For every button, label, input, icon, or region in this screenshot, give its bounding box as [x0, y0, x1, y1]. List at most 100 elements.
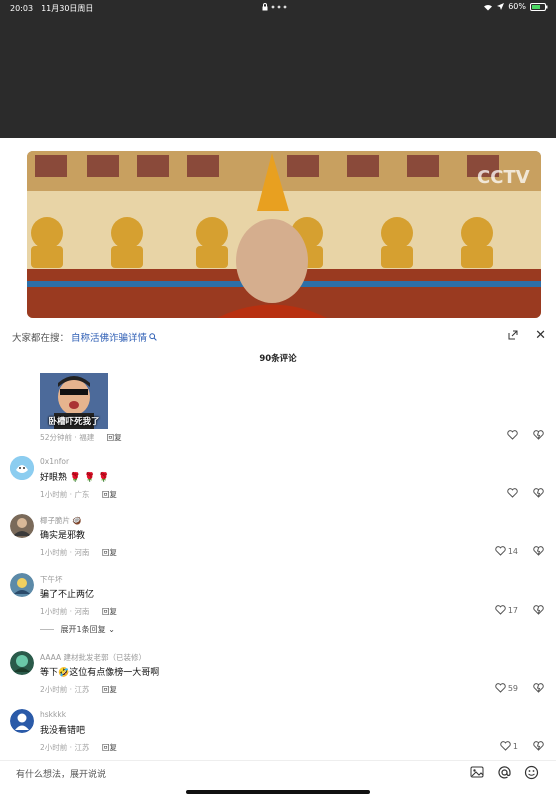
status-center: [262, 3, 287, 11]
heart-icon: [495, 683, 506, 693]
comment-item: 椰子脆片 🥥 确实是邪教 1小时前 · 河南 回复 14: [0, 514, 556, 564]
close-icon[interactable]: ✕: [535, 328, 546, 343]
avatar[interactable]: [10, 514, 34, 538]
chevron-down-icon: ⌄: [108, 625, 115, 634]
dislike-icon[interactable]: [533, 546, 544, 556]
comment-username-text: 椰子脆片: [40, 516, 70, 525]
search-suggestion-bar[interactable]: 大家都在搜： 自称活佛诈骗详情 ✕: [0, 320, 556, 354]
like-count: 59: [507, 683, 518, 693]
laughing-emoji: 🤣: [58, 668, 70, 678]
comment-item: hskkkk 我没看错吧 2小时前 · 江苏 回复 1: [0, 709, 556, 759]
comment-input[interactable]: 有什么想法，展开说说: [0, 761, 460, 785]
avatar[interactable]: [10, 651, 34, 675]
like-count: 14: [507, 546, 518, 556]
comment-text: 等下🤣这位有点像榜一大哥啊: [40, 665, 159, 678]
coconut-emoji: 🥥: [72, 516, 82, 525]
comment-time: 2小时前: [40, 743, 68, 752]
heart-icon: [507, 488, 518, 498]
like-button[interactable]: 1: [500, 741, 518, 751]
comment-meta: 2小时前 · 江苏 回复: [40, 743, 117, 752]
comment-text-before: 等下: [40, 668, 59, 678]
like-button[interactable]: 17: [495, 605, 518, 615]
wifi-icon: [484, 4, 493, 10]
expand-replies-label: 展开1条回复: [60, 625, 106, 634]
dislike-icon[interactable]: [533, 741, 544, 751]
heart-icon: [500, 741, 511, 751]
like-button[interactable]: [507, 488, 518, 498]
comment-item: 下午坏 骗了不止两亿 1小时前 · 河南 回复 17 展开1条回复 ⌄: [0, 573, 556, 645]
rose-emoji: 🌹 🌹 🌹: [69, 473, 110, 483]
search-icon: [149, 333, 157, 341]
reply-button[interactable]: 回复: [102, 490, 117, 499]
battery-icon: [530, 2, 548, 11]
avatar[interactable]: [10, 573, 34, 597]
reply-button[interactable]: 回复: [102, 685, 117, 694]
video-player[interactable]: CCTV: [27, 151, 541, 318]
home-indicator[interactable]: [186, 790, 370, 794]
comment-username[interactable]: 椰子脆片 🥥: [40, 515, 82, 526]
comment-time: 52分钟前: [40, 433, 73, 442]
like-count: 17: [507, 605, 518, 615]
battery-percent: 60%: [508, 2, 526, 11]
status-date: 11月30日周日: [41, 3, 94, 13]
avatar[interactable]: [10, 709, 34, 733]
comment-text-after: 这位有点像榜一大哥啊: [69, 668, 160, 678]
comment-count: 90条评论: [259, 354, 297, 364]
comment-username[interactable]: hskkkk: [40, 710, 66, 719]
mention-icon[interactable]: [497, 765, 512, 780]
expand-divider: [40, 629, 54, 630]
comment-username[interactable]: AAAA 建材批发老郭（已装修）: [40, 652, 146, 663]
comment-location: 江苏: [74, 743, 90, 752]
comment-item: 卧槽吓死我了 52分钟前 · 福建 回复: [0, 370, 556, 448]
like-button[interactable]: 59: [495, 683, 518, 693]
dislike-icon[interactable]: [533, 430, 544, 440]
comment-location: 河南: [74, 607, 90, 616]
comment-item: 0x1nfor 好眼熟 🌹 🌹 🌹 1小时前 · 广东 回复: [0, 456, 556, 506]
comment-text: 确实是邪教: [40, 531, 86, 541]
comment-username[interactable]: 0x1nfor: [40, 457, 69, 466]
like-count: 1: [512, 741, 518, 751]
location-icon: [497, 3, 505, 10]
reply-button[interactable]: 回复: [102, 548, 117, 557]
comment-username[interactable]: 下午坏: [40, 574, 63, 585]
reply-button[interactable]: 回复: [102, 743, 117, 752]
heart-icon: [495, 605, 506, 615]
more-dots-icon: [271, 5, 287, 9]
dislike-icon[interactable]: [533, 683, 544, 693]
comment-text: 好眼熟 🌹 🌹 🌹: [40, 470, 109, 483]
expand-icon[interactable]: [508, 330, 518, 340]
expand-replies-button[interactable]: 展开1条回复 ⌄: [40, 624, 115, 635]
meme-caption: 卧槽吓死我了: [48, 417, 100, 427]
comment-item: AAAA 建材批发老郭（已装修） 等下🤣这位有点像榜一大哥啊 2小时前 · 江苏…: [0, 651, 556, 701]
meme-image[interactable]: 卧槽吓死我了: [40, 373, 108, 429]
comment-location: 河南: [74, 548, 90, 557]
comment-time: 1小时前: [40, 548, 68, 557]
video-top-area: [0, 16, 556, 138]
dislike-icon[interactable]: [533, 488, 544, 498]
comment-text-content: 好眼熟: [40, 473, 68, 483]
emoji-icon[interactable]: [524, 765, 539, 780]
video-container: CCTV: [0, 138, 556, 320]
comment-location: 江苏: [74, 685, 90, 694]
status-right: 60%: [483, 2, 548, 11]
status-bar: 20:03 11月30日周日 60%: [0, 0, 556, 16]
like-button[interactable]: 14: [495, 546, 518, 556]
comment-time: 1小时前: [40, 490, 68, 499]
image-icon[interactable]: [470, 765, 484, 779]
reply-button[interactable]: 回复: [102, 607, 117, 616]
comment-input-bar: 有什么想法，展开说说: [0, 760, 556, 784]
status-time: 20:03: [10, 3, 34, 13]
lock-icon: [262, 3, 268, 11]
search-suggestion-term[interactable]: 自称活佛诈骗详情: [71, 330, 147, 344]
comment-meta: 1小时前 · 广东 回复: [40, 490, 117, 499]
like-button[interactable]: [507, 430, 518, 440]
dislike-icon[interactable]: [533, 605, 544, 615]
heart-icon: [495, 546, 506, 556]
comment-text: 我没看错吧: [40, 726, 86, 736]
comment-meta: 2小时前 · 江苏 回复: [40, 685, 117, 694]
reply-button[interactable]: 回复: [107, 433, 122, 442]
avatar[interactable]: [10, 456, 34, 480]
comment-meta: 52分钟前 · 福建 回复: [40, 433, 122, 442]
comment-location: 广东: [74, 490, 90, 499]
search-suggestion-prefix: 大家都在搜：: [12, 333, 70, 344]
